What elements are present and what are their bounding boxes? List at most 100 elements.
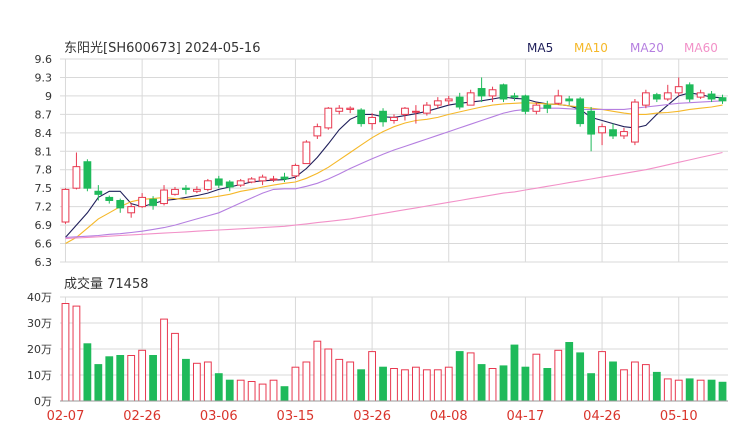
candle-body — [609, 129, 617, 137]
volume-bar — [335, 358, 344, 402]
volume-bar — [94, 364, 103, 402]
candle-body — [324, 107, 333, 129]
price-tick-label: 9.6 — [35, 53, 53, 66]
volume-bar — [72, 305, 81, 402]
candle-body — [160, 189, 168, 205]
candle-body — [258, 176, 267, 182]
date-tick-label: 04-17 — [507, 409, 545, 424]
volume-bar — [149, 355, 157, 402]
volume-bar — [379, 366, 387, 402]
candle-body — [631, 101, 639, 143]
candle-body — [499, 84, 508, 100]
candle-body — [214, 178, 223, 186]
volume-bar — [61, 303, 70, 402]
volume-bar — [543, 368, 552, 402]
legend: MA5 MA10 MA20 MA60 — [527, 41, 718, 55]
candle-body — [412, 110, 420, 113]
candle-body — [663, 92, 672, 100]
candle-body — [280, 176, 289, 180]
candle-body — [105, 196, 114, 201]
legend-ma10: MA10 — [574, 41, 608, 55]
date-tick-label: 05-10 — [660, 409, 698, 424]
legend-ma5: MA5 — [527, 41, 553, 55]
volume-bar — [499, 365, 508, 402]
price-tick-label: 7.5 — [35, 182, 53, 195]
volume-bar — [532, 353, 541, 402]
volume-bar — [466, 352, 475, 402]
candle-body — [444, 98, 453, 102]
candle-body — [247, 178, 256, 183]
volume-bar — [247, 381, 256, 402]
volume-bar — [203, 361, 212, 402]
candle-body — [718, 97, 727, 102]
candle-body — [236, 180, 245, 186]
candle-body — [576, 98, 585, 125]
volume-bar — [357, 369, 366, 402]
candlesticks — [61, 77, 727, 224]
volume-bar — [291, 366, 300, 402]
candle-body — [565, 98, 574, 102]
volume-bar — [620, 369, 628, 402]
candle-body — [641, 92, 650, 106]
volume-bar — [685, 378, 694, 402]
candle-body — [455, 96, 464, 108]
candle-body — [620, 131, 628, 137]
volume-bar — [280, 386, 289, 402]
date-tick-label: 02-26 — [123, 409, 161, 424]
price-tick-label: 9 — [45, 90, 52, 103]
volume-bar — [707, 379, 716, 402]
volume-bar — [390, 368, 398, 402]
candle-body — [401, 107, 409, 115]
candle-body — [598, 126, 606, 134]
candle-body — [357, 109, 366, 125]
candle-body — [94, 190, 103, 195]
price-tick-label: 8.4 — [35, 127, 53, 140]
volume-bar — [225, 379, 234, 402]
legend-ma20: MA20 — [630, 41, 664, 55]
candle-body — [696, 92, 705, 98]
volume-title: 成交量 71458 — [64, 276, 149, 292]
candle-body — [269, 178, 278, 181]
price-tick-label: 8.1 — [35, 145, 53, 158]
volume-bar — [663, 378, 672, 402]
price-tick-label: 6.9 — [35, 219, 53, 232]
candle-body — [532, 104, 541, 112]
volume-bar — [444, 366, 453, 402]
volume-bar — [182, 358, 190, 402]
date-tick-label: 03-06 — [200, 409, 238, 424]
volume-tick-label: 10万 — [27, 369, 52, 382]
volume-bar — [652, 371, 661, 402]
volume-bar — [576, 352, 585, 402]
volume-bar — [236, 379, 245, 402]
candle-body — [83, 161, 92, 189]
volume-bar — [171, 332, 179, 402]
candle-body — [302, 141, 311, 165]
candle-body — [171, 188, 179, 195]
candle-body — [61, 188, 70, 223]
date-axis: 02-07 02-26 03-06 03-15 03-26 04-08 04-17 04-26… — [47, 400, 728, 424]
volume-bar — [401, 369, 409, 402]
candle-body — [379, 110, 387, 123]
candle-body — [225, 181, 234, 188]
volume-bar — [718, 381, 727, 402]
candle-body — [291, 164, 300, 177]
candle-body — [203, 180, 212, 190]
candle-body — [521, 95, 530, 112]
candle-body — [543, 104, 552, 109]
volume-bars — [61, 303, 727, 402]
volume-bar — [324, 348, 333, 402]
volume-tick-label: 20万 — [27, 343, 52, 356]
volume-bar — [192, 362, 201, 402]
candle-body — [346, 107, 355, 110]
volume-bar — [269, 379, 278, 402]
volume-bar — [412, 366, 420, 402]
volume-bar — [368, 351, 376, 402]
volume-bar — [346, 361, 355, 402]
volume-bar — [127, 355, 136, 402]
price-tick-label: 7.8 — [35, 164, 53, 177]
price-tick-label: 7.2 — [35, 201, 53, 214]
volume-bar — [609, 361, 617, 402]
volume-axis: 0万 10万 20万 30万 40万 — [27, 291, 52, 408]
candle-body — [510, 95, 519, 98]
price-grid — [60, 58, 728, 263]
